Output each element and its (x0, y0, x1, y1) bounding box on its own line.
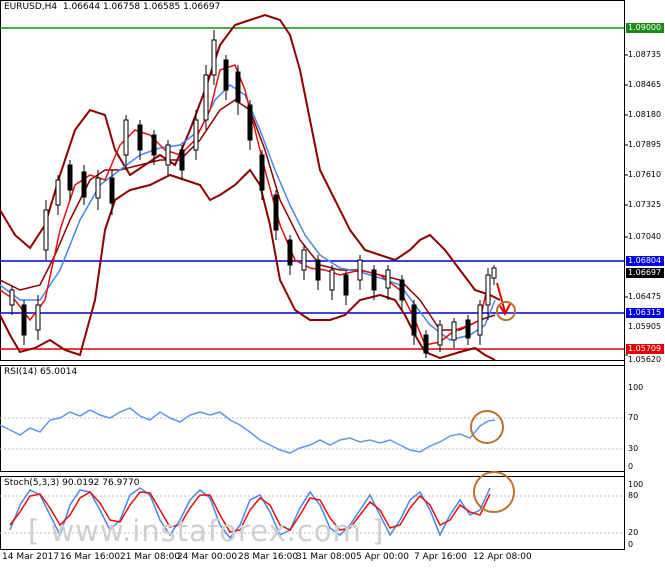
time-axis-label: 12 Apr 08:00 (473, 552, 532, 562)
price-axis-label: 1.07325 (628, 200, 662, 209)
time-axis-label: 21 Mar 08:00 (120, 552, 181, 562)
stoch-title: Stoch(5,3,3) 90.0192 76.9770 (4, 478, 140, 488)
time-axis-label: 5 Apr 00:00 (356, 552, 409, 562)
stoch-axis-label: 0 (628, 540, 634, 549)
price-candles (9, 30, 497, 358)
price-axis-label: 1.05905 (628, 322, 662, 331)
price-axis-label: 1.07895 (628, 140, 662, 149)
price-axis-label: 1.08735 (628, 50, 662, 59)
stoch-axis-label: 80 (628, 491, 639, 500)
annotation-circle-rsi (470, 410, 504, 444)
price-axis-label: 1.05620 (628, 355, 662, 364)
ohlc-readout: 1.06644 1.06758 1.06585 1.06697 (62, 2, 221, 12)
price-tag-resistance-top: 1.09000 (626, 23, 664, 33)
price-axis-label: 1.08465 (628, 80, 662, 89)
symbol-label: EURUSD,H4 (4, 2, 58, 12)
bollinger-lower-band (0, 168, 496, 361)
time-axis-label: 31 Mar 08:00 (296, 552, 357, 562)
stoch-axis-label: 20 (628, 528, 639, 537)
price-axis-label: 1.07610 (628, 170, 662, 179)
rsi-axis-label: 0 (628, 462, 634, 471)
rsi-axis-label: 70 (628, 413, 639, 422)
time-axis-label: 7 Apr 16:00 (414, 552, 467, 562)
time-axis-label: 28 Mar 16:00 (238, 552, 299, 562)
price-axis-label: 1.08180 (628, 110, 662, 119)
annotation-circle-stoch (473, 471, 515, 513)
rsi-title: RSI(14) 65.0014 (4, 367, 78, 377)
bollinger-upper-band (0, 13, 501, 301)
time-axis-label: 14 Mar 2017 (2, 552, 60, 562)
price-tag-support-2: 1.05709 (626, 344, 664, 354)
price-tag-resistance-1: 1.06804 (626, 256, 664, 266)
watermark-text: [ www.instaforex.com ] (28, 514, 385, 548)
chart-symbol-title: EURUSD,H4 1.06644 1.06758 1.06585 1.0669… (4, 2, 220, 12)
time-axis-label: 16 Mar 16:00 (60, 552, 121, 562)
price-tag-current: 1.06697 (626, 268, 664, 278)
stoch-axis-label: 100 (628, 480, 644, 489)
rsi-axis-label: 30 (628, 444, 639, 453)
rsi-line (0, 407, 496, 454)
price-axis-label: 1.07040 (628, 232, 662, 241)
time-axis-label: 24 Mar 00:00 (177, 552, 238, 562)
price-axis-label: 1.06475 (628, 292, 662, 301)
rsi-axis-label: 100 (628, 383, 644, 392)
price-tag-support-1: 1.06315 (626, 308, 664, 318)
